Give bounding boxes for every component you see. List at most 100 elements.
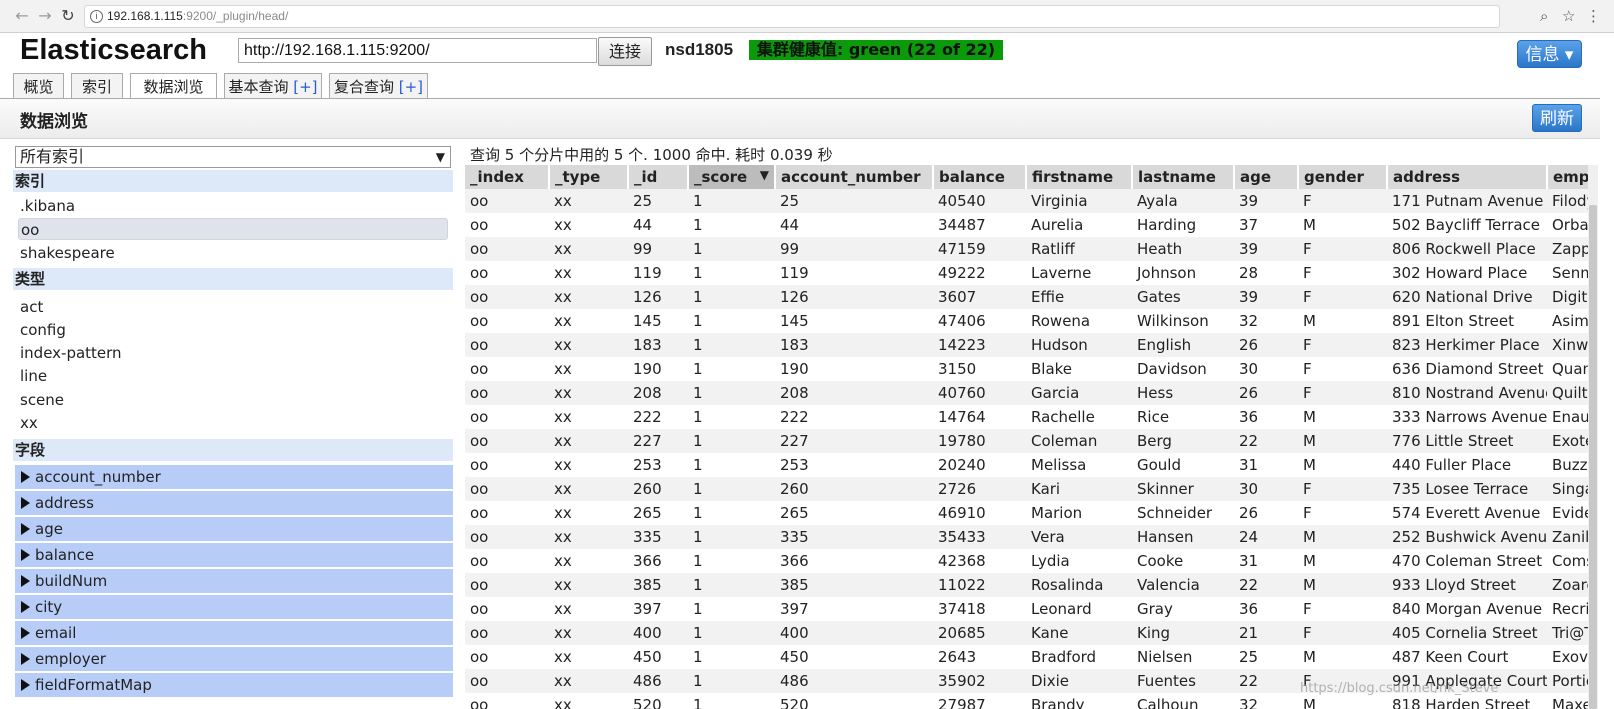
column-header-age[interactable]: age: [1234, 165, 1299, 189]
table-row[interactable]: oo xx 119 1 119 49222 Laverne Johnson 28 F 302 How…: [465, 261, 1598, 285]
field-item[interactable]: buildNum: [15, 569, 453, 593]
server-url-input[interactable]: [238, 38, 597, 63]
table-row[interactable]: oo xx 227 1 227 19780 Coleman Berg 22 M 776 Little…: [465, 429, 1598, 453]
site-info-icon[interactable]: i: [90, 10, 103, 23]
column-header-firstname[interactable]: firstname: [1026, 165, 1133, 189]
table-row[interactable]: oo xx 385 1 385 11022 Rosalinda Valencia 22 M 933 …: [465, 573, 1598, 597]
tab-indices[interactable]: 索引: [71, 73, 123, 99]
table-cell: 366: [628, 549, 688, 573]
table-row[interactable]: oo xx 44 1 44 34487 Aurelia Harding 37 M 502 Baycl…: [465, 213, 1598, 237]
table-row[interactable]: oo xx 25 1 25 40540 Virginia Ayala 39 F 171 Putnam…: [465, 189, 1598, 213]
index-item[interactable]: shakespeare: [20, 242, 450, 264]
column-header-index[interactable]: _index: [465, 165, 550, 189]
back-icon[interactable]: ←: [12, 6, 32, 26]
address-bar[interactable]: i 192.168.1.115:9200/_plugin/head/: [84, 5, 1500, 28]
index-item-selected[interactable]: oo: [18, 218, 448, 240]
expand-triangle-icon: [21, 627, 30, 639]
tab-label: 索引: [81, 78, 112, 96]
index-select[interactable]: 所有索引 ▼: [15, 146, 451, 168]
table-cell: 366: [775, 549, 933, 573]
field-item[interactable]: email: [15, 621, 453, 645]
column-header-id[interactable]: _id: [628, 165, 689, 189]
table-cell: 3607: [933, 285, 1026, 309]
column-header-balance[interactable]: balance: [933, 165, 1027, 189]
table-cell: Laverne: [1026, 261, 1132, 285]
results-scrollbar[interactable]: [1588, 165, 1598, 709]
column-header-score[interactable]: _score ▼: [688, 165, 776, 189]
field-item[interactable]: city: [15, 595, 453, 619]
type-item[interactable]: line: [20, 365, 450, 387]
table-cell: 183: [628, 333, 688, 357]
table-row[interactable]: oo xx 366 1 366 42368 Lydia Cooke 31 M 470 Coleman…: [465, 549, 1598, 573]
field-item[interactable]: balance: [15, 543, 453, 567]
table-cell: oo: [465, 597, 549, 621]
table-cell: 806 Rockwell Place: [1387, 237, 1547, 261]
table-row[interactable]: oo xx 222 1 222 14764 Rachelle Rice 36 M 333 Narro…: [465, 405, 1598, 429]
column-header-label: account_number: [781, 168, 921, 186]
table-cell: Garcia: [1026, 381, 1132, 405]
table-cell: 400: [628, 621, 688, 645]
reload-icon[interactable]: ↻: [58, 6, 78, 26]
column-header-type[interactable]: _type: [549, 165, 629, 189]
type-item[interactable]: config: [20, 319, 450, 341]
table-cell: 36: [1234, 597, 1298, 621]
index-item[interactable]: .kibana: [20, 195, 450, 217]
tab-overview[interactable]: 概览: [13, 73, 64, 99]
scrollbar-thumb[interactable]: [1589, 205, 1597, 709]
table-cell: F: [1298, 621, 1387, 645]
table-row[interactable]: oo xx 450 1 450 2643 Bradford Nielsen 25 M 487 Kee…: [465, 645, 1598, 669]
table-row[interactable]: oo xx 253 1 253 20240 Melissa Gould 31 M 440 Fulle…: [465, 453, 1598, 477]
table-row[interactable]: oo xx 126 1 126 3607 Effie Gates 39 F 620 National…: [465, 285, 1598, 309]
table-row[interactable]: oo xx 265 1 265 46910 Marion Schneider 26 F 574 Ev…: [465, 501, 1598, 525]
field-label: employer: [35, 650, 106, 668]
table-cell: oo: [465, 621, 549, 645]
tab-compound-query[interactable]: 复合查询 [+]: [329, 73, 428, 99]
refresh-button[interactable]: 刷新: [1532, 104, 1582, 132]
table-row[interactable]: oo xx 397 1 397 37418 Leonard Gray 36 F 840 Morgan…: [465, 597, 1598, 621]
tab-browser[interactable]: 数据浏览: [130, 73, 217, 100]
table-row[interactable]: oo xx 335 1 335 35433 Vera Hansen 24 M 252 Bushwic…: [465, 525, 1598, 549]
table-cell: oo: [465, 501, 549, 525]
info-dropdown-button[interactable]: 信息 ▾: [1517, 40, 1582, 68]
menu-kebab-icon[interactable]: ⋮: [1586, 6, 1601, 26]
table-cell: 21: [1234, 621, 1298, 645]
type-item[interactable]: scene: [20, 389, 450, 411]
table-cell: 1: [688, 333, 775, 357]
table-cell: Cooke: [1132, 549, 1234, 573]
table-cell: 1: [688, 693, 775, 709]
forward-icon[interactable]: →: [35, 6, 55, 26]
tab-basic-query[interactable]: 基本查询 [+]: [224, 73, 322, 99]
field-item[interactable]: age: [15, 517, 453, 541]
bookmark-star-icon[interactable]: ☆: [1562, 6, 1575, 26]
type-item[interactable]: index-pattern: [20, 342, 450, 364]
table-cell: xx: [549, 213, 628, 237]
table-row[interactable]: oo xx 190 1 190 3150 Blake Davidson 30 F 636 Diamo…: [465, 357, 1598, 381]
table-cell: Gould: [1132, 453, 1234, 477]
table-cell: 208: [775, 381, 933, 405]
table-cell: oo: [465, 429, 549, 453]
field-item[interactable]: fieldFormatMap: [15, 673, 453, 697]
column-header-gender[interactable]: gender: [1298, 165, 1388, 189]
table-cell: 32: [1234, 693, 1298, 709]
connect-button[interactable]: 连接: [598, 37, 652, 66]
table-row[interactable]: oo xx 99 1 99 47159 Ratliff Heath 39 F 806 Rockwel…: [465, 237, 1598, 261]
table-row[interactable]: oo xx 400 1 400 20685 Kane King 21 F 405 Cornelia …: [465, 621, 1598, 645]
zoom-icon[interactable]: ⌕: [1540, 6, 1548, 26]
table-cell: 22: [1234, 573, 1298, 597]
field-item[interactable]: employer: [15, 647, 453, 671]
table-row[interactable]: oo xx 183 1 183 14223 Hudson English 26 F 823 Herk…: [465, 333, 1598, 357]
table-row[interactable]: oo xx 145 1 145 47406 Rowena Wilkinson 32 M 891 El…: [465, 309, 1598, 333]
column-header-address[interactable]: address: [1387, 165, 1548, 189]
type-item[interactable]: act: [20, 296, 450, 318]
table-cell: 39: [1234, 189, 1298, 213]
type-item[interactable]: xx: [20, 412, 450, 434]
table-row[interactable]: oo xx 260 1 260 2726 Kari Skinner 30 F 735 Losee T…: [465, 477, 1598, 501]
table-row[interactable]: oo xx 208 1 208 40760 Garcia Hess 26 F 810 Nostran…: [465, 381, 1598, 405]
column-header-accountnumber[interactable]: account_number: [775, 165, 934, 189]
field-item[interactable]: account_number: [15, 465, 453, 489]
table-cell: 126: [775, 285, 933, 309]
column-header-lastname[interactable]: lastname: [1132, 165, 1235, 189]
field-label: account_number: [35, 468, 161, 486]
table-cell: 1: [688, 573, 775, 597]
field-item[interactable]: address: [15, 491, 453, 515]
